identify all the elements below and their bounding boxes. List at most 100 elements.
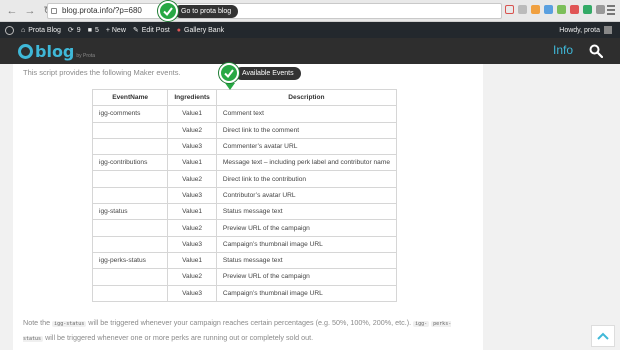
event-name-cell: [91, 235, 169, 253]
description-cell: Message text – including perk label and …: [215, 154, 398, 172]
table-row: Value3 Campaign’s thumbnail image URL: [91, 284, 398, 302]
gallery-icon: ●: [176, 26, 182, 34]
description-cell: Preview URL of the campaign: [215, 219, 398, 237]
event-name-cell: [91, 219, 169, 237]
ingredient-cell: Value1: [167, 203, 217, 221]
description-cell: Status message text: [215, 251, 398, 270]
extension-icon[interactable]: [544, 5, 553, 14]
footnote-prefix: Note the: [23, 318, 51, 327]
table-row: igg-status Value1 Status message text: [91, 203, 398, 221]
table-row: igg-contributions Value1 Message text – in…: [91, 154, 398, 172]
admin-bar-comments[interactable]: ■ 5: [88, 27, 99, 34]
extension-icon[interactable]: [518, 5, 527, 14]
footnote-suffix: will be triggered whenever one or more p…: [45, 333, 314, 342]
wordpress-icon[interactable]: [5, 25, 14, 35]
table-row: Value3 Contributor’s avatar URL: [91, 186, 398, 205]
event-name-cell: igg-comments: [91, 105, 169, 123]
updates-count: 9: [76, 26, 81, 34]
ingredient-cell: Value3: [167, 235, 217, 253]
site-header: blog by Prota Info: [0, 38, 620, 64]
gallery-bank-label: Gallery Bank: [184, 26, 225, 34]
admin-bar-gallery-bank[interactable]: ● Gallery Bank: [177, 27, 224, 34]
description-cell: Direct link to the comment: [215, 121, 398, 139]
extension-icon[interactable]: [531, 5, 540, 14]
admin-bar-updates[interactable]: ⟳ 9: [67, 26, 81, 35]
table-row: Value2 Direct link to the contribution: [91, 170, 398, 188]
ingredient-cell: Value1: [167, 154, 217, 172]
ingredient-cell: Value2: [167, 219, 217, 237]
ingredient-cell: Value2: [167, 268, 217, 286]
admin-bar-edit-post[interactable]: ✎ Edit Post: [133, 26, 170, 35]
nav-info-link[interactable]: Info: [553, 43, 573, 57]
check-icon: [219, 63, 239, 83]
extension-icon[interactable]: [596, 5, 605, 14]
admin-bar-site[interactable]: ⌂ Prota Blog: [21, 27, 61, 34]
extension-icon[interactable]: [583, 5, 592, 14]
description-cell: Campaign’s thumbnail image URL: [215, 235, 398, 253]
ingredient-cell: Value3: [167, 186, 217, 205]
extension-icons: [505, 5, 605, 14]
event-name-cell: igg-perks-status: [91, 251, 169, 270]
event-name-cell: [91, 284, 169, 302]
footnote: Note the igg-status will be triggered wh…: [23, 316, 463, 346]
avatar: [604, 26, 612, 34]
admin-bar: ⌂ Prota Blog ⟳ 9 ■ 5 + New ✎ Edit Post ●…: [0, 22, 620, 38]
extension-icon[interactable]: [557, 5, 566, 14]
event-name-cell: [91, 268, 169, 286]
extension-icon[interactable]: [570, 5, 579, 14]
comments-icon: ■: [87, 26, 92, 34]
admin-bar-new[interactable]: + New: [106, 27, 126, 34]
updates-icon: ⟳: [67, 27, 74, 34]
address-bar[interactable]: blog.prota.info/?p=680: [47, 3, 502, 19]
event-name-cell: [91, 170, 169, 188]
tooltip-pointer-icon: [225, 83, 235, 90]
table-row: Value3 Campaign’s thumbnail image URL: [91, 235, 398, 253]
ingredient-cell: Value2: [167, 121, 217, 139]
table-row: Value2 Preview URL of the campaign: [91, 219, 398, 237]
ingredient-cell: Value1: [167, 251, 217, 270]
event-name-cell: igg-status: [91, 203, 169, 221]
code-snippet: igg-status: [52, 321, 87, 327]
column-header: Ingredients: [167, 88, 217, 107]
ingredient-cell: Value1: [167, 105, 217, 123]
description-cell: Direct link to the contribution: [215, 170, 398, 188]
footnote-middle: will be triggered whenever your campaign…: [88, 318, 412, 327]
table-row: Value2 Direct link to the comment: [91, 121, 398, 139]
ingredient-cell: Value3: [167, 137, 217, 156]
search-icon[interactable]: [589, 44, 603, 58]
logo-circle-icon: [18, 44, 33, 59]
tooltip-label: Available Events: [235, 66, 301, 80]
howdy-label: Howdy, prota: [559, 26, 600, 34]
page-info-icon[interactable]: [51, 8, 57, 14]
event-name-cell: igg-contributions: [91, 154, 169, 172]
ingredient-cell: Value3: [167, 284, 217, 302]
table-row: igg-comments Value1 Comment text: [91, 105, 398, 123]
description-cell: Contributor’s avatar URL: [215, 186, 398, 205]
logo-subtext: by Prota: [76, 53, 96, 59]
back-icon[interactable]: ←: [6, 5, 18, 17]
admin-bar-account[interactable]: Howdy, prota: [559, 22, 612, 38]
code-snippet: igg-: [413, 321, 430, 327]
description-cell: Commenter’s avatar URL: [215, 137, 398, 156]
forward-icon[interactable]: →: [24, 5, 36, 17]
admin-bar-site-label: Prota Blog: [28, 26, 61, 34]
intro-text: This script provides the following Maker…: [23, 68, 181, 77]
tooltip-go-to-blog[interactable]: Go to prota blog: [158, 1, 239, 21]
events-table: EventName Ingredients Description igg-co…: [91, 88, 398, 302]
check-icon: [158, 1, 178, 21]
logo-text: blog: [35, 42, 75, 61]
event-name-cell: [91, 121, 169, 139]
chevron-up-icon: [597, 332, 609, 340]
table-row: Value3 Commenter’s avatar URL: [91, 137, 398, 156]
tooltip-available-events[interactable]: Available Events: [219, 63, 301, 90]
ingredient-cell: Value2: [167, 170, 217, 188]
table-row: igg-perks-status Value1 Status message tex…: [91, 251, 398, 270]
description-cell: Status message text: [215, 203, 398, 221]
tooltip-label: Go to prota blog: [174, 4, 239, 18]
browser-menu-icon[interactable]: [607, 5, 615, 15]
extension-icon[interactable]: [505, 5, 514, 14]
description-cell: Campaign’s thumbnail image URL: [215, 284, 398, 302]
home-icon: ⌂: [21, 26, 26, 34]
site-logo[interactable]: blog by Prota: [18, 42, 95, 61]
scroll-to-top-button[interactable]: [591, 325, 615, 347]
